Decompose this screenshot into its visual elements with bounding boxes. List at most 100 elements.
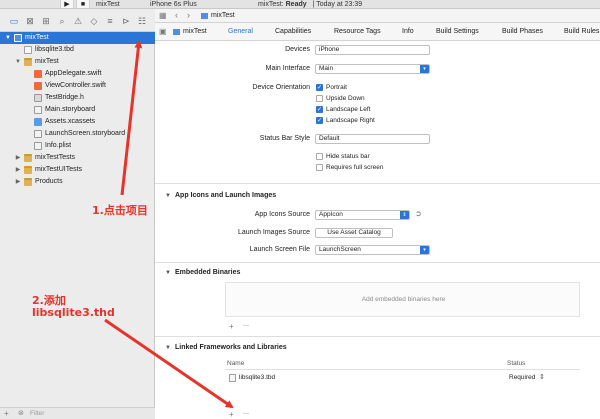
tab-resource-tags[interactable]: Resource Tags — [334, 23, 381, 41]
target-selector[interactable]: mixTest — [183, 23, 207, 41]
tab-general[interactable]: General — [228, 23, 253, 41]
disclosure-open-icon[interactable]: ▼ — [4, 32, 12, 44]
table-row[interactable]: libsqlite3.tbd Required ⇕ — [225, 372, 580, 384]
list-item[interactable]: Info.plist — [0, 140, 155, 152]
device-label: iPhone 6s Plus — [150, 1, 197, 8]
list-item[interactable]: Main.storyboard — [0, 104, 155, 116]
status-bar-style-popup[interactable]: Default — [315, 134, 430, 144]
library-status[interactable]: Required — [509, 374, 535, 381]
list-item[interactable]: libsqlite3.tbd — [0, 44, 155, 56]
list-item[interactable]: ▶ mixTestUITests — [0, 164, 155, 176]
tab-build-settings[interactable]: Build Settings — [436, 23, 479, 41]
project-navigator-icon[interactable]: ▭ — [8, 15, 20, 27]
find-navigator-icon[interactable]: ⌕ — [56, 15, 68, 27]
landscape-left-checkbox[interactable]: ✓ — [316, 106, 323, 113]
list-item[interactable]: AppDelegate.swift — [0, 68, 155, 80]
portrait-checkbox[interactable]: ✓ — [316, 84, 323, 91]
list-item[interactable]: ▼ mixTest — [0, 32, 155, 44]
related-items-icon[interactable]: ▦ — [159, 11, 167, 20]
folder-icon — [24, 178, 32, 186]
disclosure-open-icon[interactable]: ▼ — [165, 345, 171, 351]
disclosure-open-icon[interactable]: ▼ — [14, 56, 22, 68]
stop-button[interactable]: ■ — [76, 0, 90, 8]
landscape-right-checkbox[interactable]: ✓ — [316, 117, 323, 124]
header-file-icon — [34, 94, 42, 102]
breadcrumb[interactable]: mixTest — [211, 12, 235, 19]
chevron-down-icon: ▾ — [420, 65, 429, 73]
hide-status-bar-label: Hide status bar — [326, 153, 370, 160]
list-item[interactable]: ▼ mixTest — [0, 56, 155, 68]
hide-status-bar-checkbox[interactable] — [316, 153, 323, 160]
settings-tab-bar: ▣ mixTest General Capabilities Resource … — [155, 23, 600, 41]
symbol-navigator-icon[interactable]: ⊞ — [40, 15, 52, 27]
list-item[interactable]: ▶ mixTestTests — [0, 152, 155, 164]
embedded-binaries-heading: Embedded Binaries — [175, 269, 241, 276]
folder-icon — [24, 166, 32, 174]
swift-file-icon — [34, 82, 42, 90]
project-navigator: ▼ mixTest libsqlite3.tbd ▼ mixTest AppDelegat… — [0, 32, 155, 407]
disclosure-open-icon[interactable]: ▼ — [165, 193, 171, 199]
tab-capabilities[interactable]: Capabilities — [275, 23, 311, 41]
disclosure-closed-icon[interactable]: ▶ — [14, 152, 22, 164]
app-icons-source-value: AppIcon — [319, 211, 343, 218]
debug-navigator-icon[interactable]: ≡ — [104, 15, 116, 27]
scheme-label: mixTest — [96, 1, 120, 8]
library-name: libsqlite3.tbd — [239, 374, 276, 381]
upside-down-label: Upside Down — [326, 95, 365, 102]
navigator-selector-bar: ▭ ⊠ ⊞ ⌕ ⚠ ◇ ≡ ⊳ ☷ — [0, 9, 155, 32]
run-button[interactable]: ▶ — [60, 0, 74, 8]
forward-arrow-icon[interactable]: › — [187, 10, 190, 20]
main-interface-value: Main — [319, 65, 334, 72]
general-settings: Devices iPhone Main Interface Main ▾ Dev… — [155, 41, 600, 419]
list-item-label: TestBridge.h — [45, 94, 84, 101]
chevron-down-icon: ▾ — [420, 246, 429, 254]
sidebar-toggle-icon[interactable]: ▣ — [159, 27, 167, 36]
status-state: Ready — [285, 1, 307, 8]
devices-popup[interactable]: iPhone — [315, 45, 430, 55]
list-item-label: ViewController.swift — [45, 82, 106, 89]
back-arrow-icon[interactable]: ‹ — [175, 10, 178, 20]
launch-images-label: Launch Images Source — [238, 229, 310, 236]
source-control-icon[interactable]: ⊠ — [24, 15, 36, 27]
navigator-filter-bar: + ⊜ Filter — [0, 407, 155, 419]
tab-build-phases[interactable]: Build Phases — [502, 23, 543, 41]
upside-down-checkbox[interactable] — [316, 95, 323, 102]
list-item[interactable]: LaunchScreen.storyboard — [0, 128, 155, 140]
breakpoint-navigator-icon[interactable]: ⊳ — [120, 15, 132, 27]
list-item[interactable]: ViewController.swift — [0, 80, 155, 92]
library-icon — [229, 374, 236, 382]
issue-navigator-icon[interactable]: ⚠ — [72, 15, 84, 27]
add-framework-button[interactable]: + — [229, 410, 234, 419]
list-item[interactable]: ▶ Products — [0, 176, 155, 188]
filter-input[interactable]: Filter — [30, 410, 44, 417]
tab-build-rules[interactable]: Build Rules — [564, 23, 599, 41]
disclosure-open-icon[interactable]: ▼ — [165, 270, 171, 276]
status-app: mixTest: — [258, 1, 284, 8]
section-divider — [155, 183, 600, 184]
requires-full-screen-checkbox[interactable] — [316, 164, 323, 171]
scheme-selector[interactable]: mixTest — [96, 0, 120, 8]
main-interface-combo[interactable]: Main ▾ — [315, 64, 430, 74]
list-item-label: LaunchScreen.storyboard — [45, 130, 126, 137]
tab-info[interactable]: Info — [402, 23, 414, 41]
app-icons-source-popup[interactable]: AppIcon ⇕ — [315, 210, 410, 220]
test-navigator-icon[interactable]: ◇ — [88, 15, 100, 27]
launch-screen-file-combo[interactable]: LaunchScreen ▾ — [315, 245, 430, 255]
use-asset-catalog-button[interactable]: Use Asset Catalog — [315, 228, 393, 238]
add-embedded-button[interactable]: + — [229, 322, 234, 331]
report-navigator-icon[interactable]: ☷ — [136, 15, 148, 27]
list-item[interactable]: Assets.xcassets — [0, 116, 155, 128]
remove-embedded-button[interactable]: — — [243, 323, 249, 329]
remove-framework-button[interactable]: — — [243, 411, 249, 417]
go-to-arrow-icon[interactable]: ➲ — [415, 209, 422, 218]
device-selector[interactable]: iPhone 6s Plus — [150, 0, 197, 8]
plist-file-icon — [34, 142, 42, 150]
list-item[interactable]: TestBridge.h — [0, 92, 155, 104]
disclosure-closed-icon[interactable]: ▶ — [14, 176, 22, 188]
disclosure-closed-icon[interactable]: ▶ — [14, 164, 22, 176]
add-file-icon[interactable]: + — [4, 409, 9, 418]
portrait-label: Portrait — [326, 84, 347, 91]
embedded-binaries-list[interactable]: Add embedded binaries here — [225, 282, 580, 317]
list-item-label: Main.storyboard — [45, 106, 96, 113]
list-item-label: mixTestUITests — [35, 166, 83, 173]
